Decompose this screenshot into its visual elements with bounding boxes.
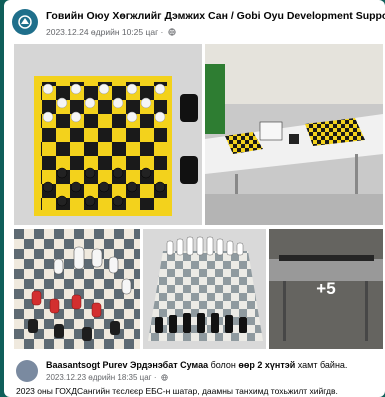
photo-more[interactable]: +5 bbox=[269, 229, 383, 349]
tagged-joiner: болон bbox=[208, 360, 239, 370]
page-name-link[interactable]: Говийн Оюу Хөгжлийг Дэмжих Сан / Gobi Oy… bbox=[46, 10, 385, 22]
more-photos-count: +5 bbox=[316, 279, 336, 298]
tagged-line: Baasantsogt Purev Эрдэнэбат Сумаа болон … bbox=[46, 360, 371, 370]
globe-icon bbox=[168, 28, 176, 36]
photo-tables-boards[interactable] bbox=[205, 44, 383, 225]
avatar[interactable] bbox=[16, 360, 38, 382]
tagged-timestamp[interactable]: 2023.12.23 өдрийн 18:35 цаг · bbox=[46, 373, 168, 382]
tagged-time-text: 2023.12.23 өдрийн 18:35 цаг · bbox=[46, 373, 157, 382]
globe-icon bbox=[161, 374, 168, 381]
post-timestamp[interactable]: 2023.12.24 өдрийн 10:25 цаг · bbox=[46, 27, 176, 37]
fund-logo-icon bbox=[18, 15, 32, 29]
checkers-board-image bbox=[14, 44, 202, 225]
red-chess-image bbox=[14, 229, 140, 349]
photo-red-chess-pieces[interactable] bbox=[14, 229, 140, 349]
photo-chess-board[interactable] bbox=[143, 229, 266, 349]
post-body-text: 2023 оны ГОХДСангийн тєслєєр ЕБС-н шатар… bbox=[16, 386, 338, 396]
tables-image bbox=[205, 44, 383, 225]
post-header: Говийн Оюу Хөгжлийг Дэмжих Сан / Gobi Oy… bbox=[4, 0, 385, 44]
post-time-text: 2023.12.24 өдрийн 10:25 цаг · bbox=[46, 27, 164, 37]
tagged-row: Baasantsogt Purev Эрдэнэбат Сумаа болон … bbox=[4, 357, 385, 383]
page-logo[interactable] bbox=[12, 9, 38, 35]
tagged-others-link[interactable]: өөр 2 хүнтэй bbox=[238, 360, 295, 370]
tagged-people-link[interactable]: Baasantsogt Purev Эрдэнэбат Сумаа bbox=[46, 360, 208, 370]
chess-board-image bbox=[143, 229, 266, 349]
photo-checkers-board[interactable] bbox=[14, 44, 202, 225]
tagged-suffix: хамт байна. bbox=[295, 360, 348, 370]
more-photos-overlay[interactable]: +5 bbox=[269, 229, 383, 349]
post-card: Говийн Оюу Хөгжлийг Дэмжих Сан / Gobi Oy… bbox=[4, 0, 385, 397]
